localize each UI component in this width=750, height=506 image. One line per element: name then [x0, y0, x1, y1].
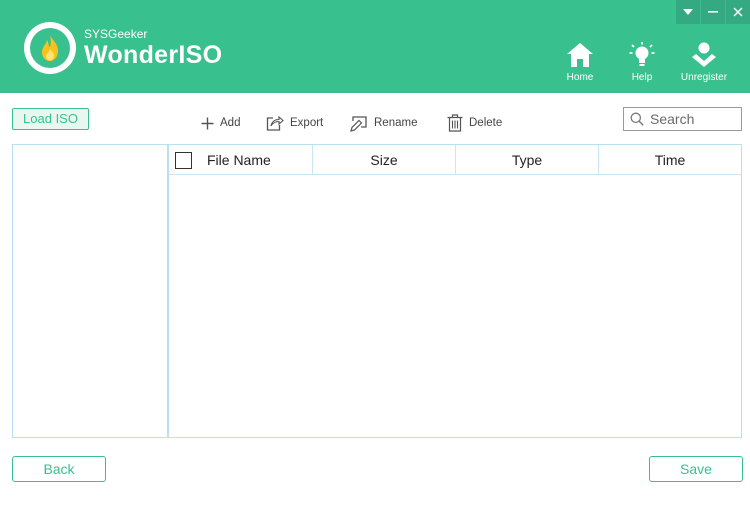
minimize-button[interactable] — [701, 0, 725, 24]
search-box[interactable] — [623, 107, 742, 131]
dropdown-icon — [683, 9, 693, 15]
delete-button[interactable]: Delete — [447, 112, 502, 134]
search-input[interactable] — [650, 111, 740, 127]
file-table-header: File Name Size Type Time — [169, 145, 741, 175]
nav-home-button[interactable]: Home — [550, 40, 610, 88]
search-icon — [630, 112, 644, 126]
app-header: SYSGeeker WonderISO Home Help Unregister — [0, 0, 750, 93]
select-all-checkbox[interactable] — [174, 151, 192, 169]
nav-unregister-button[interactable]: Unregister — [674, 40, 734, 88]
save-button[interactable]: Save — [649, 456, 743, 482]
nav-home-label: Home — [566, 72, 594, 83]
user-icon — [692, 42, 716, 67]
close-icon — [733, 7, 743, 17]
file-list-pane[interactable]: File Name Size Type Time — [168, 144, 742, 438]
add-button[interactable]: Add — [201, 112, 240, 134]
lightbulb-icon — [629, 42, 655, 66]
brand-name: WonderISO — [84, 41, 223, 69]
export-icon — [266, 115, 284, 131]
rename-button[interactable]: Rename — [350, 112, 417, 134]
column-header-time[interactable]: Time — [599, 145, 741, 175]
column-header-size[interactable]: Size — [313, 145, 456, 175]
home-icon — [567, 43, 593, 67]
folder-tree-pane[interactable] — [12, 144, 168, 438]
app-logo — [24, 22, 76, 74]
window-controls — [675, 0, 750, 24]
minimize-icon — [708, 11, 718, 13]
export-button[interactable]: Export — [266, 112, 323, 134]
plus-icon — [201, 117, 214, 129]
nav-help-button[interactable]: Help — [612, 40, 672, 88]
brand-company: SYSGeeker — [84, 27, 148, 41]
nav-unregister-label: Unregister — [680, 72, 728, 83]
column-header-type[interactable]: Type — [456, 145, 599, 175]
delete-label: Delete — [469, 117, 503, 129]
add-label: Add — [220, 117, 241, 129]
load-iso-button[interactable]: Load ISO — [12, 108, 89, 130]
nav-help-label: Help — [631, 72, 653, 83]
column-header-file-name[interactable]: File Name — [197, 145, 313, 175]
flame-icon — [42, 35, 58, 61]
rename-icon — [350, 115, 367, 132]
select-all-cell — [169, 145, 197, 175]
close-button[interactable] — [726, 0, 750, 24]
rename-label: Rename — [374, 117, 418, 129]
trash-icon — [447, 114, 463, 132]
dropdown-button[interactable] — [676, 0, 700, 24]
export-label: Export — [290, 117, 324, 129]
back-button[interactable]: Back — [12, 456, 106, 482]
